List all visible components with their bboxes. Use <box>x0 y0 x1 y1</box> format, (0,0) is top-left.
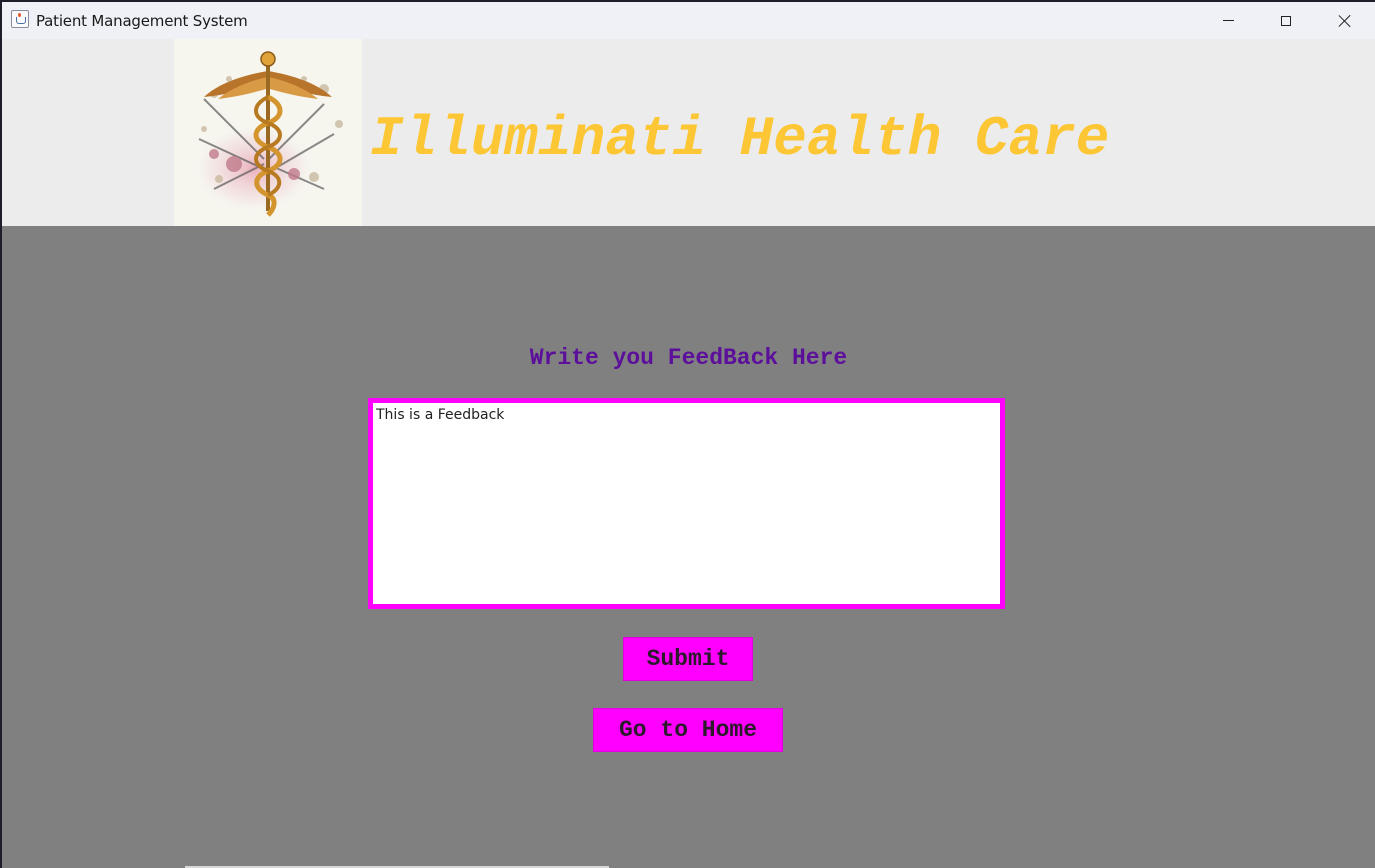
header-banner: Illuminati Health Care <box>2 39 1375 226</box>
maximize-button[interactable] <box>1257 2 1315 39</box>
java-app-icon <box>11 10 29 28</box>
submit-button[interactable]: Submit <box>623 637 753 681</box>
minimize-icon <box>1222 20 1234 21</box>
caduceus-icon <box>174 39 362 226</box>
brand-title: Illuminati Health Care <box>370 107 1110 171</box>
app-window: Patient Management System Illuminati Hea… <box>2 2 1375 868</box>
title-bar[interactable]: Patient Management System <box>2 2 1375 39</box>
close-icon <box>1337 14 1351 28</box>
feedback-textarea[interactable]: This is a Feedback <box>368 398 1005 609</box>
minimize-button[interactable] <box>1199 2 1257 39</box>
window-title: Patient Management System <box>36 12 248 30</box>
maximize-icon <box>1281 15 1291 26</box>
go-to-home-button[interactable]: Go to Home <box>593 708 783 752</box>
close-button[interactable] <box>1315 2 1373 39</box>
feedback-heading: Write you FeedBack Here <box>529 345 848 371</box>
